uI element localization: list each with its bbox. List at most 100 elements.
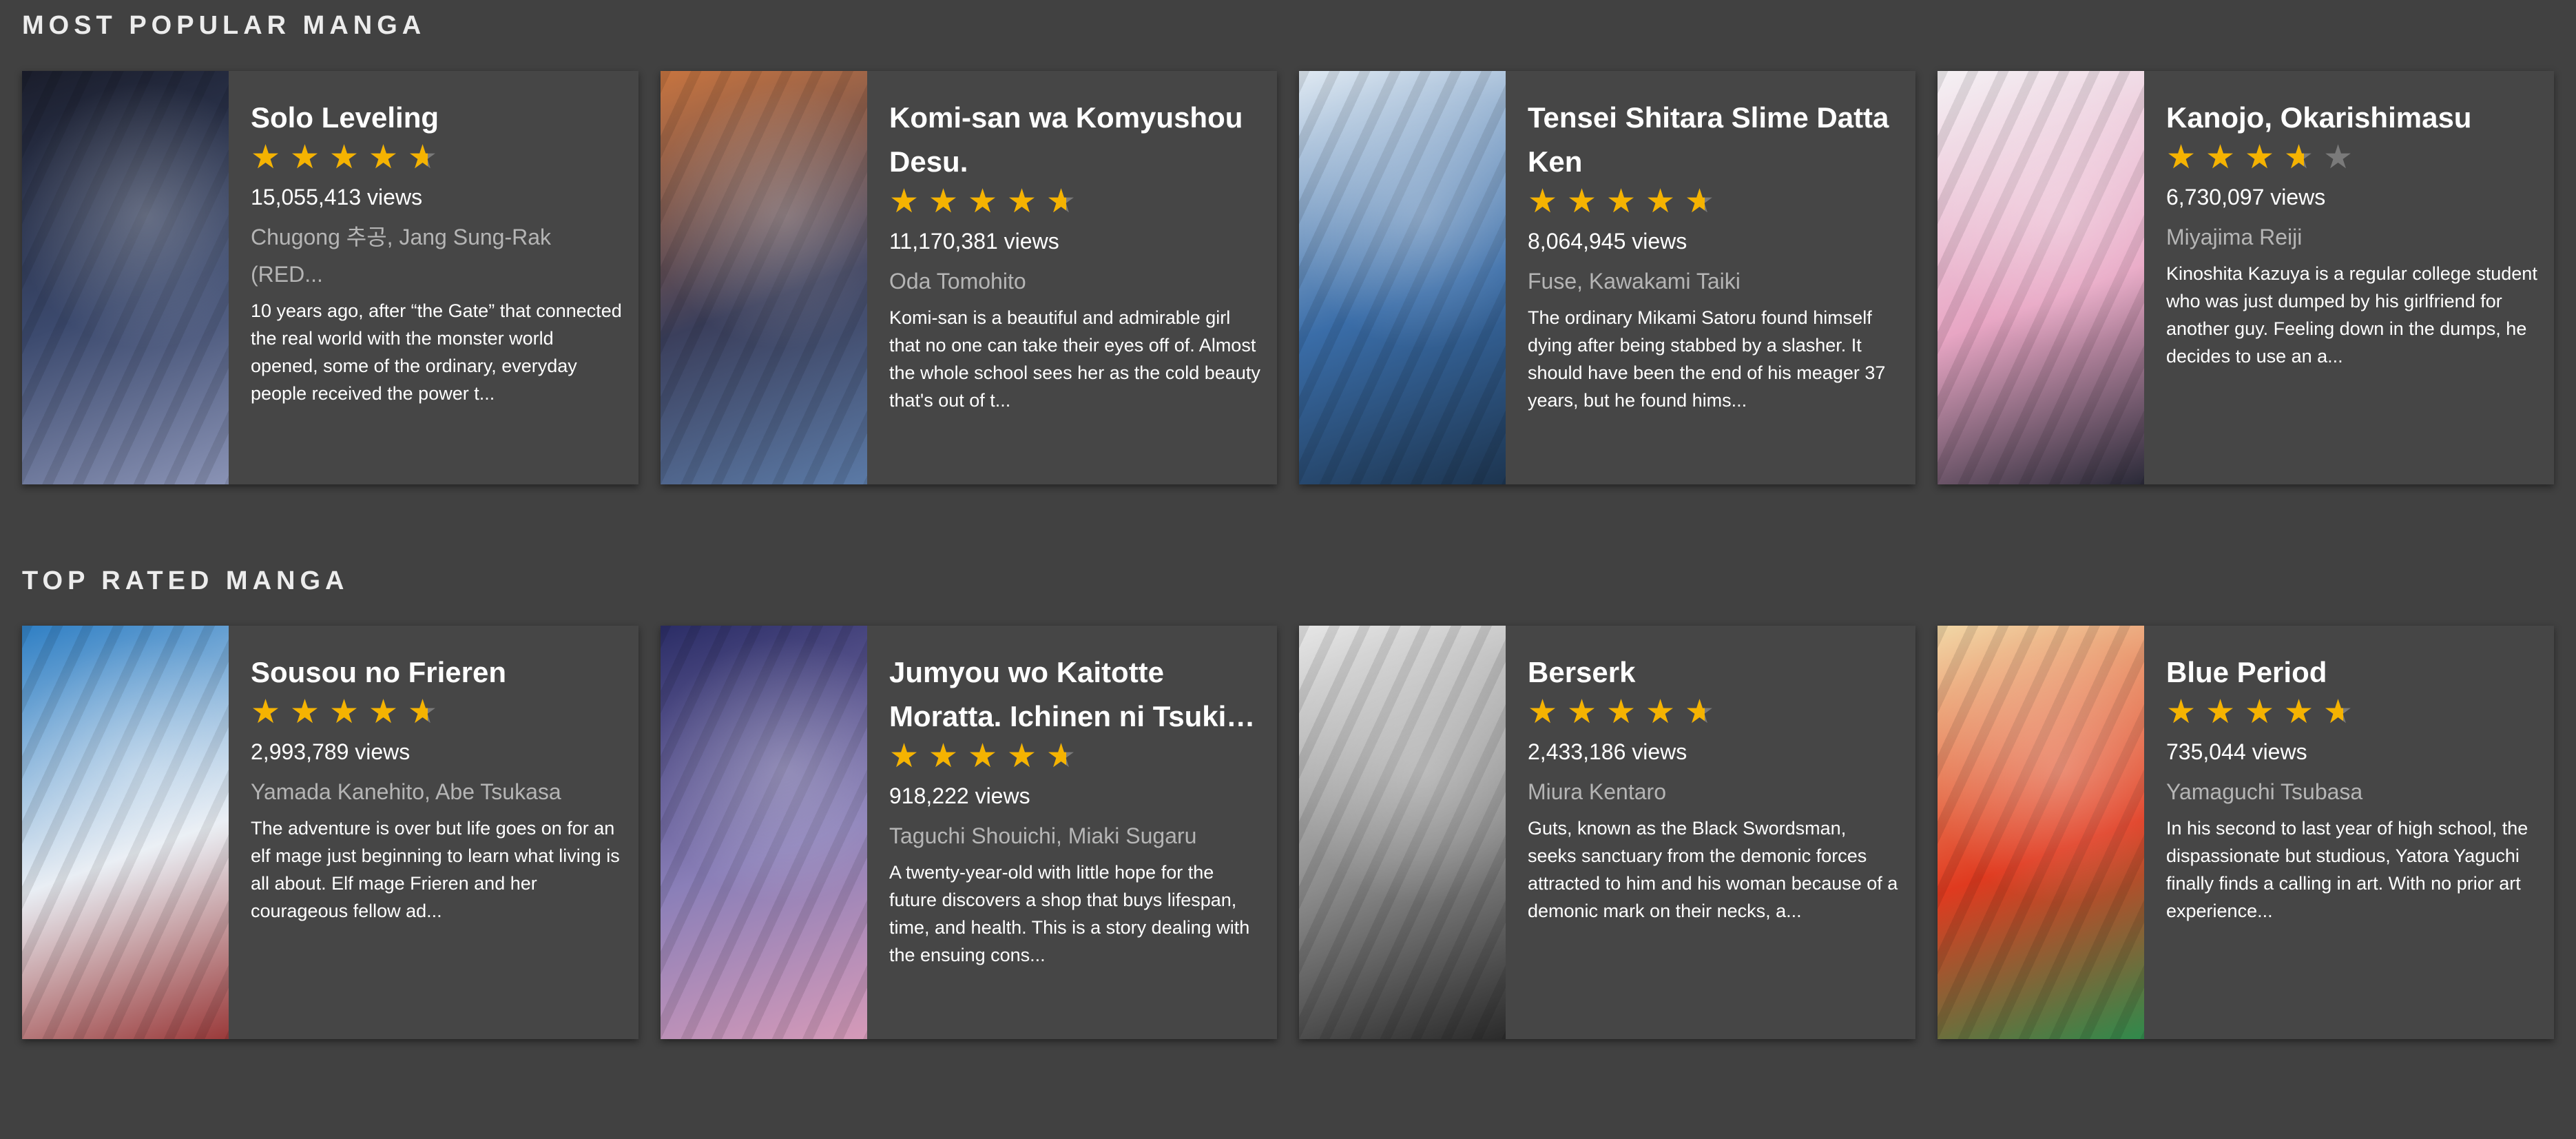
star-icon: ★★ xyxy=(1528,694,1559,730)
manga-card[interactable]: Berserk ★ ★ ★ ★ ★ ★ ★ ★ ★ ★ 2,433,186 views Miura… xyxy=(1299,626,1915,1039)
star-rating: ★★★★★★★★★★ xyxy=(251,695,623,730)
manga-description: The adventure is over but life goes on f… xyxy=(251,818,620,921)
manga-description: Kinoshita Kazuya is a regular college st… xyxy=(2166,263,2537,367)
manga-info: Kanojo, Okarishimasu ★★★★★★★★★★ 6,730,09… xyxy=(2166,96,2538,370)
manga-authors: Yamaguchi Tsubasa xyxy=(2166,779,2363,804)
star-icon: ★★ xyxy=(889,738,921,774)
manga-cover-image[interactable] xyxy=(1299,71,1506,484)
view-count: 2,433,186 views xyxy=(1528,739,1687,764)
manga-title[interactable]: Blue Period xyxy=(2166,650,2538,695)
star-icon: ★★ xyxy=(251,139,282,176)
view-count: 15,055,413 views xyxy=(251,185,423,209)
manga-description: Guts, known as the Black Swordsman, seek… xyxy=(1528,818,1898,921)
section-title-most-popular: MOST POPULAR MANGA xyxy=(22,11,426,40)
star-icon: ★★ xyxy=(368,139,400,176)
manga-card[interactable]: Jumyou wo Kaitotte Moratta. Ichinen ni T… xyxy=(661,626,1277,1039)
star-icon: ★★ xyxy=(1528,183,1559,220)
star-rating: ★★★★★★★★★★ xyxy=(889,184,1261,220)
star-icon: ★★ xyxy=(408,139,439,176)
star-rating: ★★★★★★★★★★ xyxy=(1528,695,1900,730)
manga-info: Blue Period ★ ★ ★ ★ ★ ★ ★ ★ ★ ★ 735,044 views Yam… xyxy=(2166,650,2538,925)
star-icon: ★★ xyxy=(2284,694,2316,730)
manga-card[interactable]: Tensei Shitara Slime Datta Ken ★ ★ ★ ★ ★ ★ ★ ★ ★… xyxy=(1299,71,1915,484)
manga-description: In his second to last year of high schoo… xyxy=(2166,818,2528,921)
star-icon: ★★ xyxy=(2323,694,2355,730)
manga-cover-image[interactable] xyxy=(22,71,229,484)
manga-info: Komi-san wa Komyushou Desu. ★ ★ ★ ★ ★ ★ ★ ★ ★ ★ 1… xyxy=(889,96,1261,414)
star-icon: ★★ xyxy=(1645,183,1677,220)
manga-cover-image[interactable] xyxy=(661,71,867,484)
view-count: 8,064,945 views xyxy=(1528,229,1687,254)
star-icon: ★★ xyxy=(889,183,921,220)
star-icon: ★★ xyxy=(1046,738,1078,774)
star-icon: ★★ xyxy=(2205,139,2237,176)
view-count: 2,993,789 views xyxy=(251,739,411,764)
view-count: 11,170,381 views xyxy=(889,229,1059,254)
star-icon: ★★ xyxy=(1046,183,1078,220)
manga-info: Solo Leveling ★ ★ ★ ★ ★ ★ ★ ★ ★ ★ 15,055,413 view… xyxy=(251,96,623,407)
star-icon: ★★ xyxy=(2245,139,2276,176)
most-popular-row: Solo Leveling ★ ★ ★ ★ ★ ★ ★ ★ ★ ★ 15,055,413 view… xyxy=(0,71,2576,484)
star-icon: ★★ xyxy=(1645,694,1677,730)
manga-card[interactable]: Komi-san wa Komyushou Desu. ★ ★ ★ ★ ★ ★ ★ ★ ★ ★ 1… xyxy=(661,71,1277,484)
manga-title[interactable]: Berserk xyxy=(1528,650,1900,695)
manga-authors: Fuse, Kawakami Taiki xyxy=(1528,269,1741,294)
manga-info: Jumyou wo Kaitotte Moratta. Ichinen ni T… xyxy=(889,650,1261,969)
manga-cover-image[interactable] xyxy=(1938,626,2144,1039)
star-icon: ★★ xyxy=(329,139,361,176)
star-icon: ★★ xyxy=(928,738,960,774)
star-rating: ★★★★★★★★★★ xyxy=(889,739,1261,774)
star-icon: ★★ xyxy=(2284,139,2316,176)
manga-title[interactable]: Solo Leveling xyxy=(251,96,623,140)
manga-title[interactable]: Kanojo, Okarishimasu xyxy=(2166,96,2538,140)
star-icon: ★★ xyxy=(251,694,282,730)
manga-title[interactable]: Komi-san wa Komyushou Desu. xyxy=(889,96,1261,184)
manga-description: A twenty-year-old with little hope for t… xyxy=(889,862,1250,965)
manga-authors: Chugong 추공, Jang Sung-Rak (RED... xyxy=(251,225,552,287)
star-icon: ★★ xyxy=(290,694,322,730)
manga-authors: Miura Kentaro xyxy=(1528,779,1666,804)
star-icon: ★★ xyxy=(1007,183,1039,220)
manga-description: 10 years ago, after “the Gate” that conn… xyxy=(251,300,622,404)
star-icon: ★★ xyxy=(1567,694,1599,730)
view-count: 735,044 views xyxy=(2166,739,2307,764)
manga-card[interactable]: Kanojo, Okarishimasu ★★★★★★★★★★ 6,730,09… xyxy=(1938,71,2554,484)
star-icon: ★★ xyxy=(1007,738,1039,774)
manga-authors: Yamada Kanehito, Abe Tsukasa xyxy=(251,779,561,804)
manga-info: Sousou no Frieren ★ ★ ★ ★ ★ ★ ★ ★ ★ ★ 2,993,789 v… xyxy=(251,650,623,925)
manga-cover-image[interactable] xyxy=(1938,71,2144,484)
star-icon: ★★ xyxy=(1567,183,1599,220)
star-icon: ★★ xyxy=(1606,694,1638,730)
manga-cover-image[interactable] xyxy=(661,626,867,1039)
star-rating: ★★★★★★★★★★ xyxy=(251,140,623,176)
manga-authors: Taguchi Shouichi, Miaki Sugaru xyxy=(889,823,1197,848)
section-title-top-rated: TOP RATED MANGA xyxy=(22,566,349,595)
manga-card[interactable]: Blue Period ★ ★ ★ ★ ★ ★ ★ ★ ★ ★ 735,044 views Yam… xyxy=(1938,626,2554,1039)
manga-cover-image[interactable] xyxy=(22,626,229,1039)
view-count: 918,222 views xyxy=(889,783,1030,808)
manga-info: Berserk ★ ★ ★ ★ ★ ★ ★ ★ ★ ★ 2,433,186 views Miura… xyxy=(1528,650,1900,925)
manga-title[interactable]: Sousou no Frieren xyxy=(251,650,623,695)
star-icon: ★★ xyxy=(2205,694,2237,730)
manga-card[interactable]: Sousou no Frieren ★ ★ ★ ★ ★ ★ ★ ★ ★ ★ 2,993,789 v… xyxy=(22,626,638,1039)
star-rating: ★★★★★★★★★★ xyxy=(1528,184,1900,220)
star-icon: ★★ xyxy=(968,738,999,774)
manga-description: Komi-san is a beautiful and admirable gi… xyxy=(889,307,1260,411)
manga-card[interactable]: Solo Leveling ★ ★ ★ ★ ★ ★ ★ ★ ★ ★ 15,055,413 view… xyxy=(22,71,638,484)
star-icon: ★★ xyxy=(928,183,960,220)
manga-cover-image[interactable] xyxy=(1299,626,1506,1039)
manga-authors: Miyajima Reiji xyxy=(2166,225,2303,249)
manga-authors: Oda Tomohito xyxy=(889,269,1026,294)
star-icon: ★★ xyxy=(2245,694,2276,730)
manga-title[interactable]: Jumyou wo Kaitotte Moratta. Ichinen ni T… xyxy=(889,650,1261,739)
manga-description: The ordinary Mikami Satoru found himself… xyxy=(1528,307,1886,411)
manga-title[interactable]: Tensei Shitara Slime Datta Ken xyxy=(1528,96,1900,184)
star-rating: ★★★★★★★★★★ xyxy=(2166,140,2538,176)
star-icon: ★★ xyxy=(368,694,400,730)
star-icon: ★★ xyxy=(2166,139,2198,176)
star-icon: ★★ xyxy=(329,694,361,730)
top-rated-row: Sousou no Frieren ★ ★ ★ ★ ★ ★ ★ ★ ★ ★ 2,993,789 v… xyxy=(0,626,2576,1039)
star-icon: ★★ xyxy=(968,183,999,220)
star-rating: ★★★★★★★★★★ xyxy=(2166,695,2538,730)
star-icon: ★★ xyxy=(1685,183,1716,220)
